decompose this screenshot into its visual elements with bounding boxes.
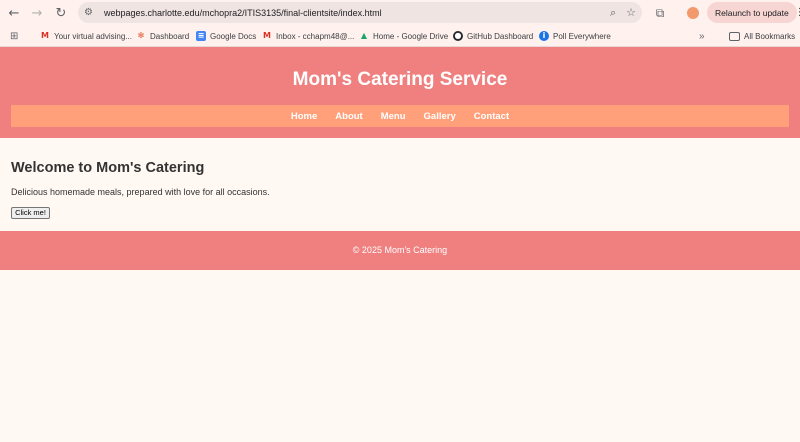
back-arrow-icon[interactable]: ←	[3, 2, 25, 24]
footer-text: © 2025 Mom's Catering	[352, 245, 448, 255]
welcome-heading: Welcome to Mom's Catering	[11, 160, 205, 176]
page-content: Mom's Catering Service Home About Menu G…	[0, 47, 800, 442]
bookmark-label: Inbox - cchapm48@...	[276, 31, 355, 41]
bookmark-item[interactable]: i Poll Everywhere	[539, 29, 611, 43]
extensions-icon[interactable]: ⧉	[651, 4, 669, 22]
nav-link-gallery[interactable]: Gallery	[424, 111, 456, 122]
site-nav: Home About Menu Gallery Contact	[11, 105, 789, 127]
bookmark-label: Home - Google Drive	[373, 31, 449, 41]
site-header: Mom's Catering Service Home About Menu G…	[0, 47, 800, 138]
poll-icon: i	[539, 31, 549, 41]
apps-icon[interactable]: ⊞	[10, 29, 18, 43]
nav-link-about[interactable]: About	[335, 111, 362, 122]
nav-link-menu[interactable]: Menu	[381, 111, 406, 122]
more-bookmarks-icon[interactable]: »	[699, 29, 705, 43]
relaunch-button[interactable]: Relaunch to update ⋮	[707, 2, 800, 23]
bookmark-label: Dashboard	[150, 31, 190, 41]
bookmark-label: Google Docs	[210, 31, 257, 41]
browser-toolbar: ← → ↻ ⚙ webpages.charlotte.edu/mchopra2/…	[0, 0, 800, 26]
gmail-icon: M	[41, 31, 49, 40]
bookmark-item[interactable]: M Inbox - cchapm48@...	[262, 29, 354, 43]
url-text[interactable]: webpages.charlotte.edu/mchopra2/ITIS3135…	[104, 8, 382, 18]
github-icon: ●	[453, 31, 463, 41]
nav-link-home[interactable]: Home	[291, 111, 317, 122]
canvas-icon: ✻	[137, 31, 145, 40]
relaunch-label: Relaunch to update	[715, 7, 789, 18]
drive-icon: ▲	[360, 31, 368, 40]
bookmarks-bar: ⊞ M Your virtual advising... ✻ Dashboard…	[0, 26, 800, 47]
bookmark-item[interactable]: ✻ Dashboard	[136, 29, 190, 43]
zoom-icon[interactable]: ⌕	[610, 6, 616, 20]
forward-arrow-icon[interactable]: →	[26, 2, 48, 24]
site-title: Mom's Catering Service	[292, 69, 508, 90]
bookmark-label: Your virtual advising...	[54, 31, 132, 41]
all-bookmarks[interactable]: All Bookmarks	[729, 29, 795, 43]
site-info-icon[interactable]: ⚙	[84, 7, 98, 18]
reload-icon[interactable]: ↻	[50, 2, 72, 24]
kebab-menu-icon[interactable]: ⋮	[795, 7, 800, 18]
click-me-button[interactable]: Click me!	[11, 207, 50, 219]
bookmark-label: GitHub Dashboard	[467, 31, 534, 41]
nav-link-contact[interactable]: Contact	[474, 111, 509, 122]
all-bookmarks-label: All Bookmarks	[744, 31, 796, 41]
bookmark-item[interactable]: M Your virtual advising...	[40, 29, 132, 43]
site-footer: © 2025 Mom's Catering	[0, 231, 800, 270]
folder-icon	[729, 31, 740, 41]
bookmark-label: Poll Everywhere	[553, 31, 611, 41]
gmail-icon: M	[263, 31, 271, 40]
profile-icon[interactable]	[684, 4, 702, 22]
address-bar[interactable]: ⚙ webpages.charlotte.edu/mchopra2/ITIS31…	[78, 2, 642, 23]
tagline-text: Delicious homemade meals, prepared with …	[11, 187, 270, 197]
docs-icon: ≡	[196, 31, 206, 41]
bookmark-item[interactable]: ≡ Google Docs	[196, 29, 256, 43]
bookmark-item[interactable]: ▲ Home - Google Drive	[359, 29, 448, 43]
bookmark-item[interactable]: ● GitHub Dashboard	[453, 29, 533, 43]
star-icon[interactable]: ☆	[626, 6, 636, 19]
